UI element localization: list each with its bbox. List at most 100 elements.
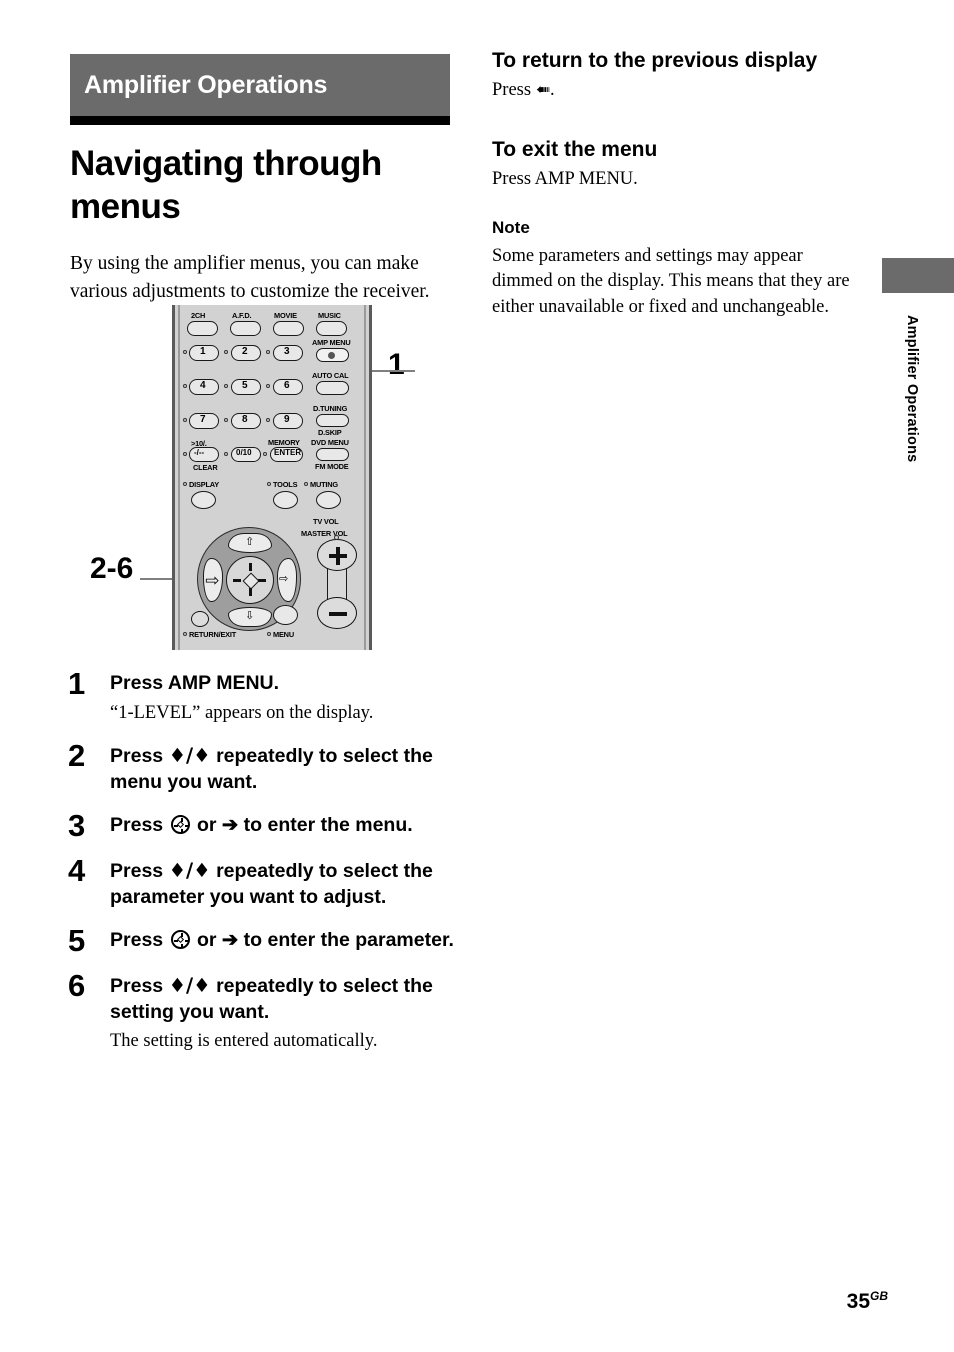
remote-button-center-enter[interactable] [226,556,274,604]
remote-number-0-10: 0/10 [236,448,252,457]
remote-indicator-dot-enter [263,452,267,456]
remote-label-muting: MUTING [310,480,338,489]
step-1-note: “1-LEVEL” appears on the display. [110,702,374,723]
step-5-heading: Press or ➔ to enter the parameter. [110,928,468,954]
step-3: 3 Press or ➔ to enter the menu. [68,810,468,841]
return-text-post: . [549,80,555,101]
remote-button-music[interactable] [316,321,347,336]
step-5-text-pre: Press [110,928,169,951]
step-2-number: 2 [68,737,86,773]
remote-indicator-dot-muting [304,482,308,486]
return-text-pre: Press [492,80,536,101]
body-note: Some parameters and settings may appear … [492,245,850,317]
page-title-line1: Navigating through [70,144,382,183]
remote-figure: 1 2-6 2CH A.F.D. MOVIE MUSIC 1 2 3 AMP M… [70,300,460,660]
step-4-text-pre: Press [110,859,169,882]
step-2: 2 Press ♦/♦ repeatedly to select the men… [68,740,468,796]
step-5: 5 Press or ➔ to enter the parameter. [68,925,468,956]
remote-button-volume-down[interactable] [317,597,357,629]
remote-indicator-dot-5 [224,384,228,388]
remote-label-display: DISPLAY [189,480,219,489]
step-6: 6 Press ♦/♦ repeatedly to select the set… [68,970,468,1055]
step-3-text-pre: Press [110,813,169,836]
up-down-arrow-icon: ♦/♦ [168,973,211,997]
remote-button-d-tuning[interactable] [316,414,349,427]
remote-button-menu[interactable] [273,605,298,625]
right-column: To return to the previous display Press … [492,48,867,320]
remote-indicator-dot-menu [267,632,271,636]
remote-label-d-tuning: D.TUNING [313,404,348,413]
remote-button-2ch[interactable] [187,321,218,336]
remote-label-dvd-menu: DVD MENU [311,438,349,447]
chapter-title: Amplifier Operations [84,70,328,99]
remote-label-master-vol: MASTER VOL [301,529,348,538]
remote-return-icon [191,611,209,627]
heading-return-previous: To return to the previous display [492,49,818,72]
up-down-arrow-icon: ♦/♦ [168,858,211,882]
intro-paragraph: By using the amplifier menus, you can ma… [70,253,430,303]
step-4-heading: Press ♦/♦ repeatedly to select the param… [110,858,468,911]
page-title: Navigating through menus [70,143,450,228]
remote-indicator-dot-return [183,632,187,636]
callout-leader-amp-menu [370,370,415,372]
procedure-steps: 1 Press AMP MENU. “1-LEVEL” appears on t… [68,668,468,1068]
remote-indicator-dot-7 [183,418,187,422]
remote-number-5: 5 [242,380,248,391]
remote-indicator-dot-9 [266,418,270,422]
remote-number-9: 9 [284,414,290,425]
remote-number-7: 7 [200,414,206,425]
remote-indicator-dot-2 [224,350,228,354]
remote-number-8: 8 [242,414,248,425]
step-4: 4 Press ♦/♦ repeatedly to select the par… [68,855,468,911]
remote-button-movie[interactable] [273,321,304,336]
step-1-number: 1 [68,666,86,701]
remote-indicator-dot-4 [183,384,187,388]
step-6-number: 6 [68,967,86,1003]
remote-number-3: 3 [284,346,290,357]
step-6-note: The setting is entered automatically. [110,1031,378,1052]
step-6-heading: Press ♦/♦ repeatedly to select the setti… [110,973,468,1026]
body-return-previous: Press ➠. [492,78,867,104]
remote-indicator-dot-3 [266,350,270,354]
step-1: 1 Press AMP MENU. “1-LEVEL” appears on t… [68,668,468,726]
remote-amp-menu-dot [328,352,335,359]
remote-indicator-dot-zero [224,452,228,456]
page-title-line2: menus [70,186,181,226]
remote-button-muting[interactable] [316,491,341,509]
remote-button-tools[interactable] [273,491,298,509]
heading-note: Note [492,218,530,238]
remote-label-memory: MEMORY [268,438,300,447]
remote-number-1: 1 [200,346,206,357]
remote-label-amp-menu: AMP MENU [312,338,351,347]
remote-number-enter: ENTER [274,448,302,457]
left-arrow-icon: ➠ [535,80,550,101]
remote-button-afd[interactable] [230,321,261,336]
manual-page: Amplifier Operations Navigating through … [0,0,954,1352]
right-arrow-icon: ⇨ [279,572,289,585]
step-2-heading: Press ♦/♦ repeatedly to select the menu … [110,743,468,796]
remote-label-2ch: 2CH [191,311,206,320]
remote-label-return-exit: RETURN/EXIT [189,630,237,639]
chapter-rule [70,116,450,125]
remote-button-display[interactable] [191,491,216,509]
side-thumb-tab: Amplifier Operations [882,258,954,462]
remote-indicator-dot-display [183,482,187,486]
body-exit-menu: Press AMP MENU. [492,168,638,189]
side-tab-label: Amplifier Operations [904,315,920,463]
up-arrow-icon: ⇧ [245,535,255,548]
remote-number-dash: -/-- [194,448,205,457]
left-arrow-icon: ⇦ [205,571,220,591]
remote-number-2: 2 [242,346,248,357]
remote-label-tv-vol: TV VOL [313,517,339,526]
remote-indicator-dot-tools [267,482,271,486]
remote-number-6: 6 [284,380,290,391]
remote-indicator-dot-1 [183,350,187,354]
remote-label-clear: CLEAR [193,463,218,472]
remote-button-auto-cal[interactable] [316,381,349,395]
remote-button-dvd-menu[interactable] [316,448,349,461]
remote-indicator-dot-6 [266,384,270,388]
page-region-code: GB [870,1289,888,1303]
remote-button-volume-up[interactable] [317,539,357,571]
callout-amp-menu: 1 [388,348,405,381]
remote-label-afd: A.F.D. [232,311,252,320]
